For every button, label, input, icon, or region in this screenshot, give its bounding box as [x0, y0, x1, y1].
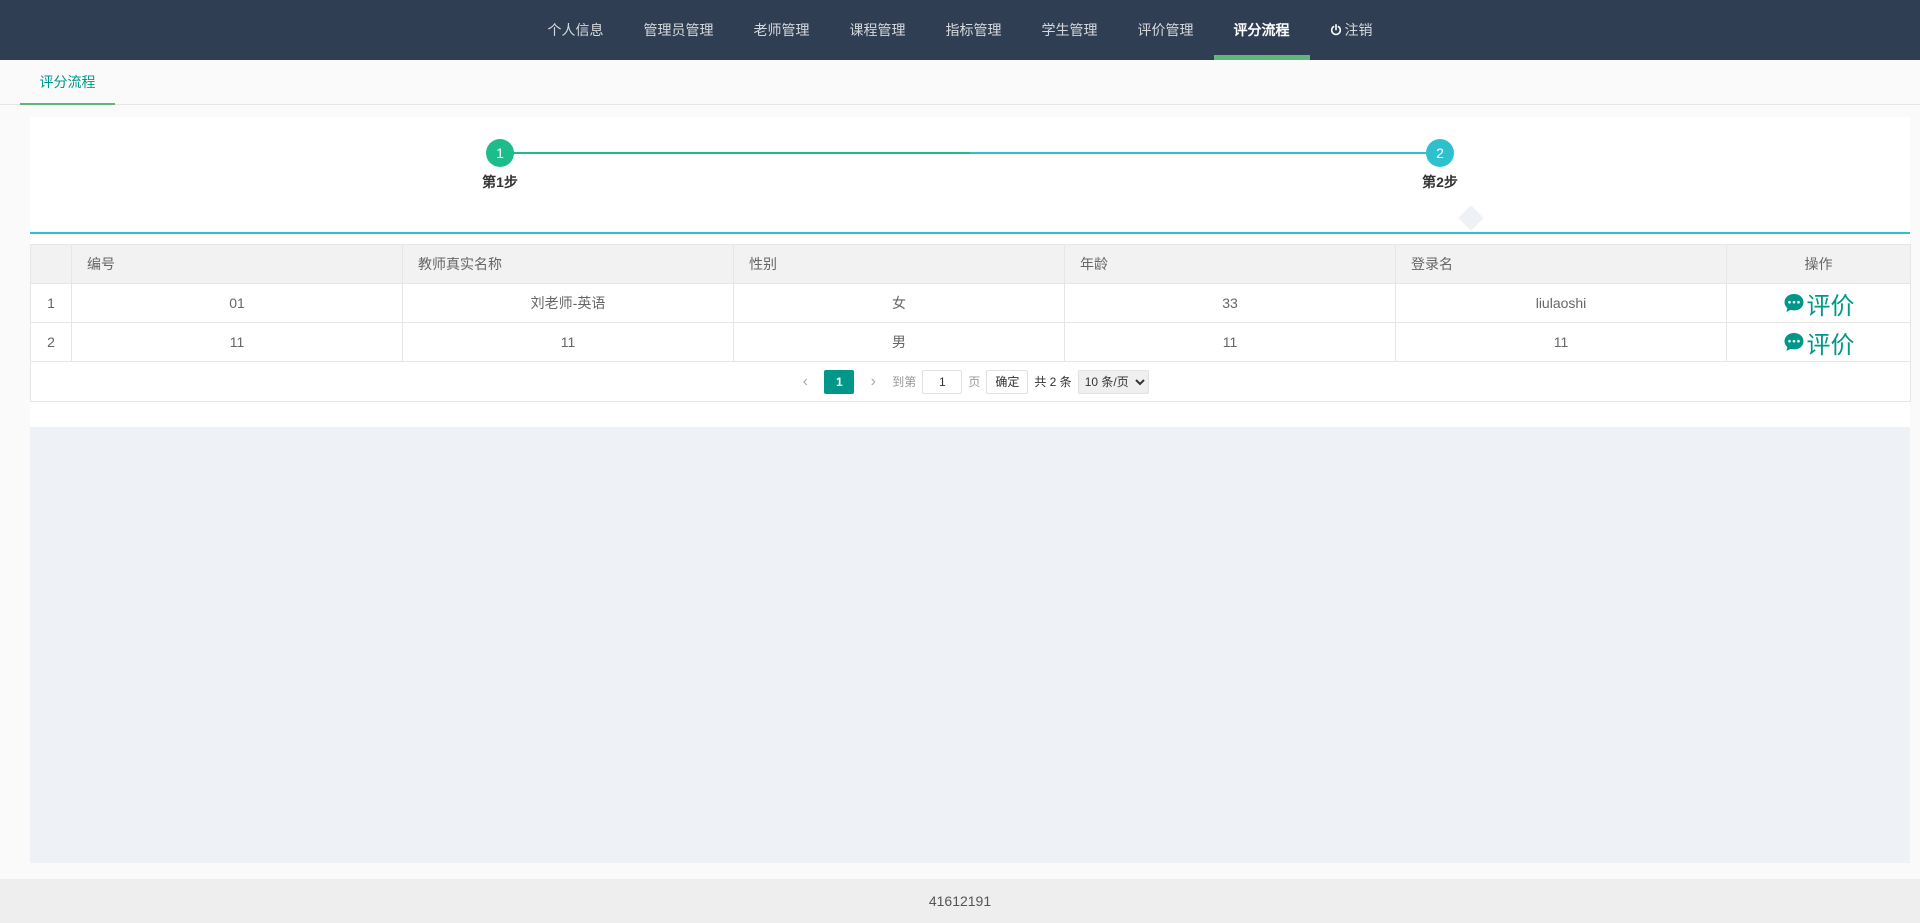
- cell-id: 11: [71, 322, 403, 362]
- teacher-table: 编号 教师真实名称 性别 年龄 登录名 操作 1 01 刘老师-英语 女 33 …: [30, 244, 1911, 402]
- tab-scoring-process[interactable]: 评分流程: [20, 60, 115, 105]
- step-progress: 1 2 第1步 第2步: [30, 117, 1910, 232]
- next-page-icon[interactable]: ›: [860, 369, 886, 395]
- table-header-row: 编号 教师真实名称 性别 年龄 登录名 操作: [30, 244, 1911, 284]
- cell-id: 01: [71, 283, 403, 323]
- nav-item-student-management[interactable]: 学生管理: [1022, 0, 1118, 60]
- step-connector-2: [970, 152, 1440, 154]
- table-row: 1 01 刘老师-英语 女 33 liulaoshi 评价: [30, 283, 1911, 323]
- goto-page-input[interactable]: [922, 369, 963, 394]
- header-gender: 性别: [733, 244, 1065, 284]
- top-navbar: 个人信息 管理员管理 老师管理 课程管理 指标管理 学生管理 评价管理 评分流程…: [0, 0, 1920, 60]
- nav-item-teacher-management[interactable]: 老师管理: [734, 0, 830, 60]
- cell-age: 33: [1064, 283, 1396, 323]
- step-2-label: 第2步: [1422, 174, 1458, 190]
- cell-teacher-name: 11: [402, 322, 734, 362]
- nav-item-evaluation-management[interactable]: 评价管理: [1118, 0, 1214, 60]
- header-id: 编号: [71, 244, 403, 284]
- evaluate-button[interactable]: 评价: [1783, 286, 1855, 321]
- current-page-button[interactable]: 1: [824, 369, 855, 394]
- nav-item-logout[interactable]: 注销: [1310, 0, 1393, 60]
- tab-bar: 评分流程: [0, 60, 1920, 105]
- cell-login-name: 11: [1395, 322, 1727, 362]
- table-row: 2 11 11 男 11 11 评价: [30, 322, 1911, 362]
- cell-teacher-name: 刘老师-英语: [402, 283, 734, 323]
- cell-gender: 男: [733, 322, 1065, 362]
- nav-item-scoring-process[interactable]: 评分流程: [1213, 0, 1310, 60]
- nav-item-profile[interactable]: 个人信息: [528, 0, 624, 60]
- pager-row: ‹ 1 › 到第 页 确定 共 2 条 10 条/页: [30, 361, 1911, 402]
- cell-actions: 评价: [1726, 283, 1911, 323]
- goto-confirm-button[interactable]: 确定: [986, 369, 1029, 394]
- header-login-name: 登录名: [1395, 244, 1727, 284]
- nav-item-indicator-management[interactable]: 指标管理: [926, 0, 1022, 60]
- nav-item-admin-management[interactable]: 管理员管理: [624, 0, 734, 60]
- step-indicator-diamond: [1458, 205, 1484, 231]
- step-divider: [30, 232, 1910, 234]
- step-2-circle[interactable]: 2: [1426, 139, 1454, 167]
- power-icon: [1330, 24, 1341, 36]
- goto-label: 到第: [892, 375, 917, 389]
- step-1-label: 第1步: [482, 174, 518, 190]
- row-index: 2: [30, 322, 72, 362]
- content-area: [30, 427, 1910, 863]
- step-connector-1: [500, 152, 970, 154]
- header-actions: 操作: [1726, 244, 1911, 284]
- page-unit-label: 页: [968, 375, 981, 389]
- total-count: 共 2 条: [1034, 375, 1072, 389]
- header-age: 年龄: [1064, 244, 1396, 284]
- header-index: [30, 244, 72, 284]
- footer: 41612191: [0, 879, 1920, 923]
- evaluate-button[interactable]: 评价: [1783, 325, 1855, 360]
- nav-menu: 个人信息 管理员管理 老师管理 课程管理 指标管理 学生管理 评价管理 评分流程…: [0, 0, 1920, 60]
- page-size-select[interactable]: 10 条/页: [1077, 369, 1149, 394]
- main-card: 1 2 第1步 第2步 编号 教师真实名称 性别 年龄 登录名 操作 1 01: [30, 117, 1911, 427]
- step-1-circle[interactable]: 1: [486, 139, 514, 167]
- chat-bubble-icon: [1784, 333, 1803, 351]
- prev-page-icon[interactable]: ‹: [792, 369, 818, 395]
- cell-age: 11: [1064, 322, 1396, 362]
- pagination: ‹ 1 › 到第 页 确定 共 2 条 10 条/页: [46, 369, 1895, 395]
- cell-actions: 评价: [1726, 322, 1911, 362]
- pager-cell: ‹ 1 › 到第 页 确定 共 2 条 10 条/页: [30, 361, 1911, 402]
- footer-text: 41612191: [928, 893, 992, 909]
- cell-login-name: liulaoshi: [1395, 283, 1727, 323]
- nav-item-course-management[interactable]: 课程管理: [830, 0, 926, 60]
- row-index: 1: [30, 283, 72, 323]
- header-teacher-name: 教师真实名称: [402, 244, 734, 284]
- chat-bubble-icon: [1784, 294, 1803, 312]
- cell-gender: 女: [733, 283, 1065, 323]
